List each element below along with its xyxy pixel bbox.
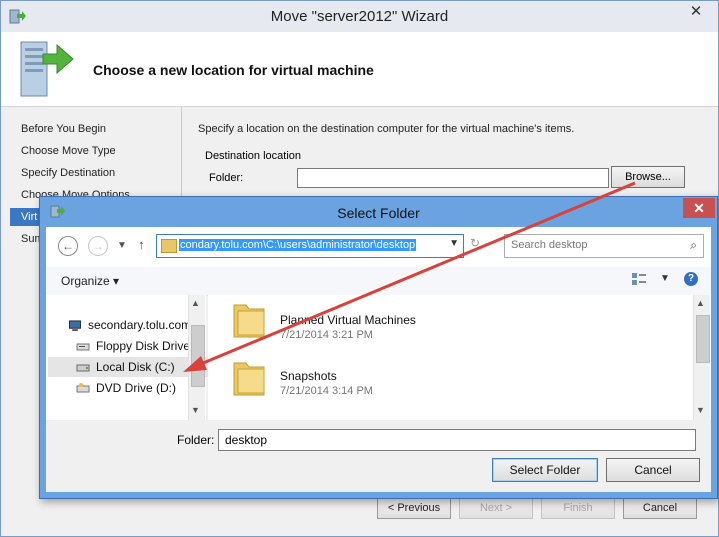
tree-item-computer[interactable]: secondary.tolu.com [68, 315, 191, 335]
hard-disk-icon [76, 364, 90, 372]
search-input[interactable]: Search desktop ⌕ [504, 234, 704, 258]
close-icon[interactable]: ✕ [683, 198, 715, 218]
up-arrow-icon[interactable]: ↑ [138, 237, 145, 252]
chevron-down-icon[interactable]: ▼ [449, 238, 459, 249]
close-icon[interactable]: ✕ [682, 1, 710, 23]
tree-scrollbar[interactable]: ▲ ▼ [188, 295, 205, 420]
refresh-icon[interactable]: ↻ [470, 236, 480, 250]
folder-icon [233, 304, 265, 338]
dialog-body: ← → ▼ ↑ condary.tolu.com\C:\users\admini… [46, 227, 711, 492]
help-icon[interactable]: ? [684, 272, 698, 286]
address-path: condary.tolu.com\C:\users\administrator\… [179, 239, 417, 251]
folder-label: Folder: [177, 433, 215, 447]
tree-item-label: DVD Drive (D:) [96, 381, 176, 395]
tree-item-label: Floppy Disk Drive [96, 339, 191, 353]
forward-arrow-icon[interactable]: → [88, 236, 108, 256]
search-icon[interactable]: ⌕ [690, 238, 697, 253]
file-date: 7/21/2014 3:14 PM [280, 385, 373, 397]
folder-icon [233, 362, 265, 396]
step-specify-destination[interactable]: Specify Destination [21, 164, 115, 182]
step-choose-move-type[interactable]: Choose Move Type [21, 142, 116, 160]
folder-label: Folder: [209, 172, 244, 184]
select-folder-button[interactable]: Select Folder [492, 458, 598, 482]
destination-group-label: Destination location [205, 150, 302, 162]
tree-item-floppy[interactable]: Floppy Disk Drive [76, 336, 190, 356]
folder-icon [161, 239, 177, 253]
file-name: Snapshots [280, 369, 337, 383]
tree-item-label: Local Disk (C:) [96, 360, 175, 374]
step-before-you-begin[interactable]: Before You Begin [21, 120, 106, 138]
scroll-down-icon[interactable]: ▼ [191, 405, 200, 415]
previous-button[interactable]: < Previous [377, 497, 451, 519]
dialog-title: Select Folder [337, 205, 420, 221]
wizard-title: Move "server2012" Wizard [270, 8, 449, 25]
browse-button[interactable]: Browse... [611, 166, 685, 188]
folder-name-value: desktop [225, 433, 268, 447]
server-move-icon [20, 41, 74, 97]
destination-folder-input[interactable] [297, 168, 609, 188]
file-list-scrollbar[interactable]: ▲ ▼ [693, 295, 710, 420]
wizard-header: Choose a new location for virtual machin… [1, 32, 718, 107]
next-button[interactable]: Next > [459, 497, 533, 519]
finish-button[interactable]: Finish [541, 497, 615, 519]
scroll-thumb[interactable] [696, 315, 710, 363]
navigation-tree: secondary.tolu.com Floppy Disk Drive Loc… [46, 295, 230, 420]
dvd-drive-icon [76, 383, 90, 393]
computer-icon [69, 320, 81, 332]
scroll-up-icon[interactable]: ▲ [696, 298, 705, 308]
dialog-title-bar[interactable]: Select Folder ✕ [40, 197, 717, 227]
organize-label: Organize [61, 274, 110, 288]
navigation-bar: ← → ▼ ↑ condary.tolu.com\C:\users\admini… [46, 227, 711, 267]
tree-item-label: secondary.tolu.com [88, 318, 192, 332]
scroll-up-icon[interactable]: ▲ [191, 298, 200, 308]
file-list: Planned Virtual Machines 7/21/2014 3:21 … [208, 295, 711, 420]
dialog-cancel-button[interactable]: Cancel [606, 458, 700, 482]
toolbar: Organize ▾ ▼ ? [46, 267, 711, 296]
recent-locations-dropdown-icon[interactable]: ▼ [117, 240, 127, 251]
page-title: Choose a new location for virtual machin… [93, 62, 374, 78]
wizard-title-bar[interactable]: Move "server2012" Wizard ✕ [1, 1, 718, 32]
folder-name-input[interactable]: desktop [218, 429, 696, 451]
scroll-thumb[interactable] [191, 325, 205, 387]
organize-menu-button[interactable]: Organize ▾ [61, 274, 119, 288]
step-description: Specify a location on the destination co… [198, 123, 575, 135]
search-placeholder: Search desktop [511, 239, 588, 251]
file-name: Planned Virtual Machines [280, 313, 416, 327]
scroll-down-icon[interactable]: ▼ [696, 405, 705, 415]
view-options-dropdown-icon[interactable]: ▼ [660, 273, 670, 284]
wizard-cancel-button[interactable]: Cancel [623, 497, 697, 519]
floppy-drive-icon [76, 343, 90, 351]
tree-item-dvd-drive[interactable]: DVD Drive (D:) [76, 378, 176, 398]
address-bar[interactable]: condary.tolu.com\C:\users\administrator\… [156, 234, 464, 258]
select-folder-dialog: Select Folder ✕ ← → ▼ ↑ condary.tolu.com… [39, 196, 718, 499]
back-arrow-icon[interactable]: ← [58, 236, 78, 256]
file-date: 7/21/2014 3:21 PM [280, 329, 373, 341]
change-view-icon[interactable] [631, 272, 647, 286]
